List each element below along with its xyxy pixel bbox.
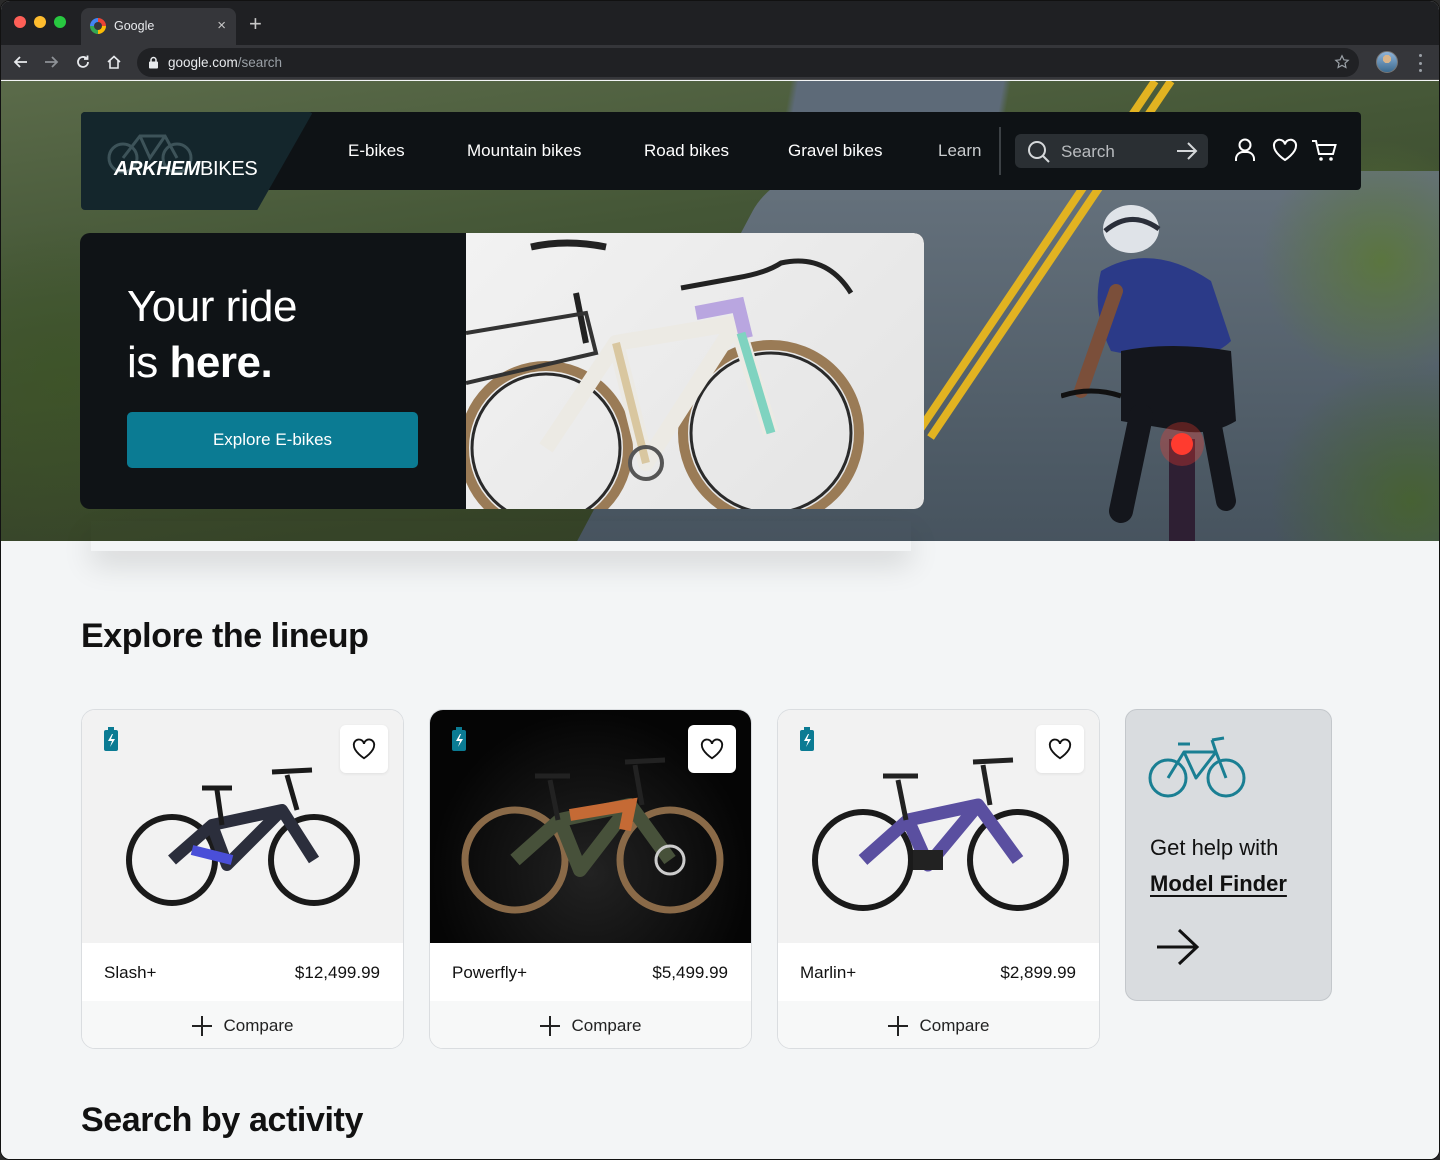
heart-icon xyxy=(700,738,724,760)
search-icon xyxy=(1028,141,1050,163)
lineup-title: Explore the lineup xyxy=(81,617,369,655)
arrow-right-icon[interactable] xyxy=(1176,141,1198,161)
new-tab-button[interactable]: + xyxy=(249,11,262,37)
user-icon[interactable] xyxy=(1231,136,1259,164)
nav-link-gravel-bikes[interactable]: Gravel bikes xyxy=(788,141,882,161)
nav-divider xyxy=(999,127,1001,175)
plus-icon xyxy=(191,1015,212,1036)
arrow-right-icon[interactable] xyxy=(1155,928,1201,966)
compare-button[interactable]: Compare xyxy=(82,1001,403,1048)
nav-link-mountain-bikes[interactable]: Mountain bikes xyxy=(467,141,581,161)
browser-tab[interactable]: Google × xyxy=(81,8,236,45)
cyclist-image xyxy=(1061,205,1236,541)
browser-window: Google × + google.com/search ARKHEMBIKES… xyxy=(0,0,1440,1160)
minimize-window-button[interactable] xyxy=(34,16,46,28)
maximize-window-button[interactable] xyxy=(54,16,66,28)
favorite-button[interactable] xyxy=(340,725,388,773)
search-placeholder: Search xyxy=(1061,142,1115,161)
lock-icon[interactable] xyxy=(148,56,159,74)
product-image[interactable] xyxy=(82,710,403,943)
heart-icon xyxy=(352,738,376,760)
product-price: $5,499.99 xyxy=(652,963,728,982)
profile-avatar[interactable] xyxy=(1376,51,1398,73)
model-finder-link[interactable]: Model Finder xyxy=(1150,866,1287,902)
cart-icon[interactable] xyxy=(1310,136,1338,164)
nav-link-road-bikes[interactable]: Road bikes xyxy=(644,141,729,161)
home-icon[interactable] xyxy=(102,50,126,74)
google-favicon-icon xyxy=(90,18,106,34)
site-navigation: ARKHEMBIKES E-bikes Mountain bikes Road … xyxy=(81,112,1361,210)
model-finder-card[interactable]: Get help with Model Finder xyxy=(1125,709,1332,1001)
page-content: ARKHEMBIKES E-bikes Mountain bikes Road … xyxy=(1,81,1439,1159)
more-icon[interactable] xyxy=(1413,54,1427,72)
star-icon[interactable] xyxy=(1334,54,1350,75)
compare-button[interactable]: Compare xyxy=(778,1001,1099,1048)
product-price: $12,499.99 xyxy=(294,963,380,982)
plus-icon xyxy=(887,1015,908,1036)
product-name[interactable]: Slash+ xyxy=(104,963,156,983)
hero-bike-image xyxy=(459,233,924,509)
nav-link-e-bikes[interactable]: E-bikes xyxy=(348,141,405,161)
tab-bar: Google × + xyxy=(1,1,1439,45)
back-arrow-icon[interactable] xyxy=(9,50,33,74)
battery-icon xyxy=(800,727,814,751)
compare-label: Compare xyxy=(223,1015,294,1035)
product-image[interactable] xyxy=(430,710,751,943)
explore-e-bikes-button[interactable]: Explore E-bikes xyxy=(127,412,418,468)
browser-toolbar: google.com/search xyxy=(1,45,1439,80)
product-card-marlin[interactable]: Marlin+ $2,899.99 Compare xyxy=(777,709,1100,1049)
nav-link-learn[interactable]: Learn xyxy=(938,141,981,161)
compare-label: Compare xyxy=(919,1015,990,1035)
favorite-button[interactable] xyxy=(1036,725,1084,773)
hero-card: Your ride is here. Explore E-bikes xyxy=(80,233,924,509)
address-bar[interactable]: google.com/search xyxy=(137,48,1359,77)
logo-text: ARKHEMBIKES xyxy=(114,158,258,180)
hero-banner: ARKHEMBIKES E-bikes Mountain bikes Road … xyxy=(1,81,1439,541)
close-window-button[interactable] xyxy=(14,16,26,28)
model-finder-text: Get help with Model Finder xyxy=(1150,830,1287,902)
forward-arrow-icon[interactable] xyxy=(39,50,63,74)
tab-title: Google xyxy=(114,19,155,33)
plus-icon xyxy=(539,1015,560,1036)
product-price: $2,899.99 xyxy=(1000,963,1076,982)
compare-label: Compare xyxy=(571,1015,642,1035)
heart-icon xyxy=(1048,738,1072,760)
gravel-bike-image xyxy=(459,239,864,509)
compare-button[interactable]: Compare xyxy=(430,1001,751,1048)
tab-close-icon[interactable]: × xyxy=(217,16,226,36)
bike-icon xyxy=(1148,736,1246,798)
site-search-input[interactable]: Search xyxy=(1015,134,1208,168)
product-name[interactable]: Powerfly+ xyxy=(452,963,527,983)
product-card-slash[interactable]: Slash+ $12,499.99 Compare xyxy=(81,709,404,1049)
battery-icon xyxy=(104,727,118,751)
battery-icon xyxy=(452,727,466,751)
favorite-button[interactable] xyxy=(688,725,736,773)
product-card-powerfly[interactable]: Powerfly+ $5,499.99 Compare xyxy=(429,709,752,1049)
url-text: google.com/search xyxy=(168,55,283,70)
heart-icon[interactable] xyxy=(1271,136,1299,164)
hero-headline: Your ride is here. xyxy=(127,282,298,387)
product-image[interactable] xyxy=(778,710,1099,943)
reload-icon[interactable] xyxy=(71,50,95,74)
product-name[interactable]: Marlin+ xyxy=(800,963,856,983)
activity-title: Search by activity xyxy=(81,1101,363,1139)
hero-shadow xyxy=(91,521,911,551)
